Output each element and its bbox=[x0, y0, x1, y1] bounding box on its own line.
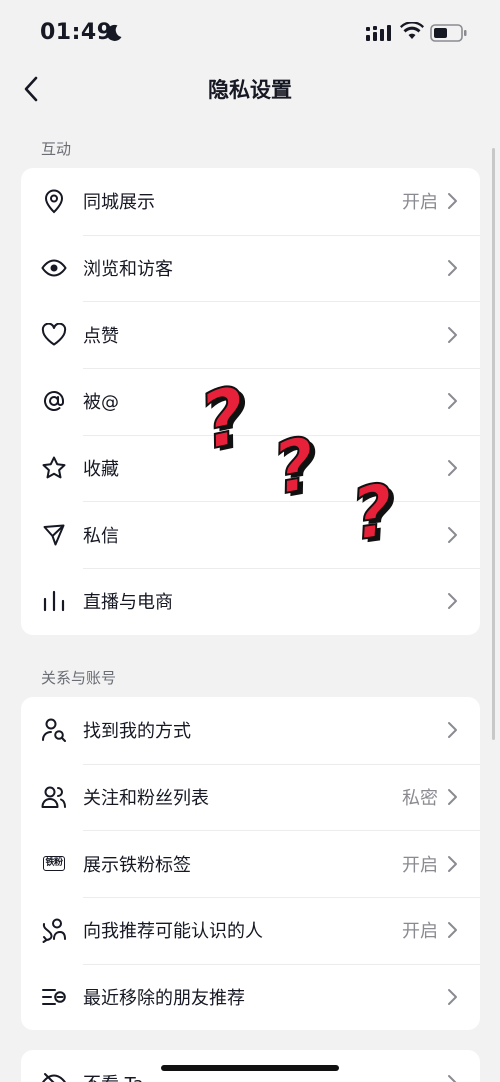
fan-badge-text: 铁粉 bbox=[43, 856, 65, 872]
chevron-right-icon bbox=[448, 460, 457, 477]
row-label: 同城展示 bbox=[83, 192, 155, 214]
chevron-right-icon bbox=[448, 789, 457, 806]
chevron-right-icon bbox=[448, 1075, 457, 1082]
row-value: 开启 bbox=[402, 192, 438, 214]
row-find-me[interactable]: 找到我的方式 bbox=[21, 697, 480, 764]
row-fan-badge[interactable]: 铁粉 展示铁粉标签 开启 bbox=[21, 830, 480, 897]
row-label: 收藏 bbox=[83, 459, 119, 481]
row-label: 被@ bbox=[83, 392, 119, 414]
chevron-right-icon bbox=[448, 326, 457, 343]
row-browse-visitors[interactable]: 浏览和访客 bbox=[21, 234, 480, 302]
wifi-icon bbox=[400, 22, 424, 39]
row-direct-messages[interactable]: 私信 bbox=[21, 501, 480, 568]
chevron-right-icon bbox=[448, 722, 457, 739]
row-label: 不看 Ta bbox=[83, 1070, 144, 1082]
row-label: 展示铁粉标签 bbox=[83, 854, 191, 876]
chevron-right-icon bbox=[448, 855, 457, 872]
row-recommend-people[interactable]: 向我推荐可能认识的人 开启 bbox=[21, 897, 480, 964]
row-value: 开启 bbox=[402, 854, 438, 876]
row-removed-recommendations[interactable]: 最近移除的朋友推荐 bbox=[21, 963, 480, 1031]
heart-icon bbox=[41, 322, 67, 348]
chevron-right-icon bbox=[448, 526, 457, 543]
people-icon bbox=[41, 784, 67, 810]
battery-icon bbox=[430, 24, 467, 42]
moon-icon bbox=[106, 24, 122, 41]
interaction-card: 同城展示 开启 浏览和访客 点赞 被@ 收藏 私信 直播与电商 bbox=[21, 168, 480, 635]
chevron-right-icon bbox=[448, 393, 457, 410]
row-favorites[interactable]: 收藏 bbox=[21, 434, 480, 502]
row-label: 点赞 bbox=[83, 325, 119, 347]
cellular-signal-icon bbox=[366, 25, 391, 41]
row-follow-fan-list[interactable]: 关注和粉丝列表 私密 bbox=[21, 763, 480, 831]
person-search-icon bbox=[41, 717, 67, 743]
relations-card: 找到我的方式 关注和粉丝列表 私密 铁粉 展示铁粉标签 开启 向我推荐可能认识的… bbox=[21, 697, 480, 1031]
row-local-display[interactable]: 同城展示 开启 bbox=[21, 168, 480, 235]
section-header-interaction: 互动 bbox=[41, 140, 72, 158]
eye-off-icon bbox=[41, 1070, 67, 1082]
chevron-right-icon bbox=[448, 260, 457, 277]
section-header-relations: 关系与账号 bbox=[41, 669, 117, 687]
at-sign-icon bbox=[41, 388, 67, 414]
row-label: 浏览和访客 bbox=[83, 259, 173, 281]
row-label: 直播与电商 bbox=[83, 592, 173, 614]
chevron-right-icon bbox=[448, 922, 457, 939]
location-pin-icon bbox=[41, 188, 67, 214]
star-icon bbox=[41, 455, 67, 481]
row-mentions[interactable]: 被@ bbox=[21, 368, 480, 435]
row-label: 向我推荐可能认识的人 bbox=[83, 921, 263, 943]
page-title: 隐私设置 bbox=[208, 78, 292, 102]
fan-badge-icon: 铁粉 bbox=[41, 851, 67, 877]
row-label: 关注和粉丝列表 bbox=[83, 788, 209, 810]
paper-plane-icon bbox=[41, 522, 67, 548]
row-label: 找到我的方式 bbox=[83, 721, 191, 743]
eye-icon bbox=[41, 255, 67, 281]
chevron-right-icon bbox=[448, 193, 457, 210]
bar-chart-icon bbox=[41, 588, 67, 614]
scrollbar[interactable] bbox=[492, 148, 495, 740]
row-likes[interactable]: 点赞 bbox=[21, 301, 480, 368]
row-live-ecommerce[interactable]: 直播与电商 bbox=[21, 568, 480, 635]
status-time: 01:49 bbox=[40, 20, 113, 45]
chevron-right-icon bbox=[448, 989, 457, 1006]
row-label: 最近移除的朋友推荐 bbox=[83, 988, 245, 1010]
home-indicator[interactable] bbox=[161, 1065, 339, 1071]
row-label: 私信 bbox=[83, 525, 119, 547]
status-bar: 01:49 bbox=[0, 0, 500, 66]
row-value: 私密 bbox=[402, 788, 438, 810]
row-value: 开启 bbox=[402, 921, 438, 943]
removed-list-icon bbox=[41, 984, 67, 1010]
person-link-icon bbox=[41, 917, 67, 944]
chevron-right-icon bbox=[448, 593, 457, 610]
nav-bar: 隐私设置 bbox=[0, 66, 500, 112]
